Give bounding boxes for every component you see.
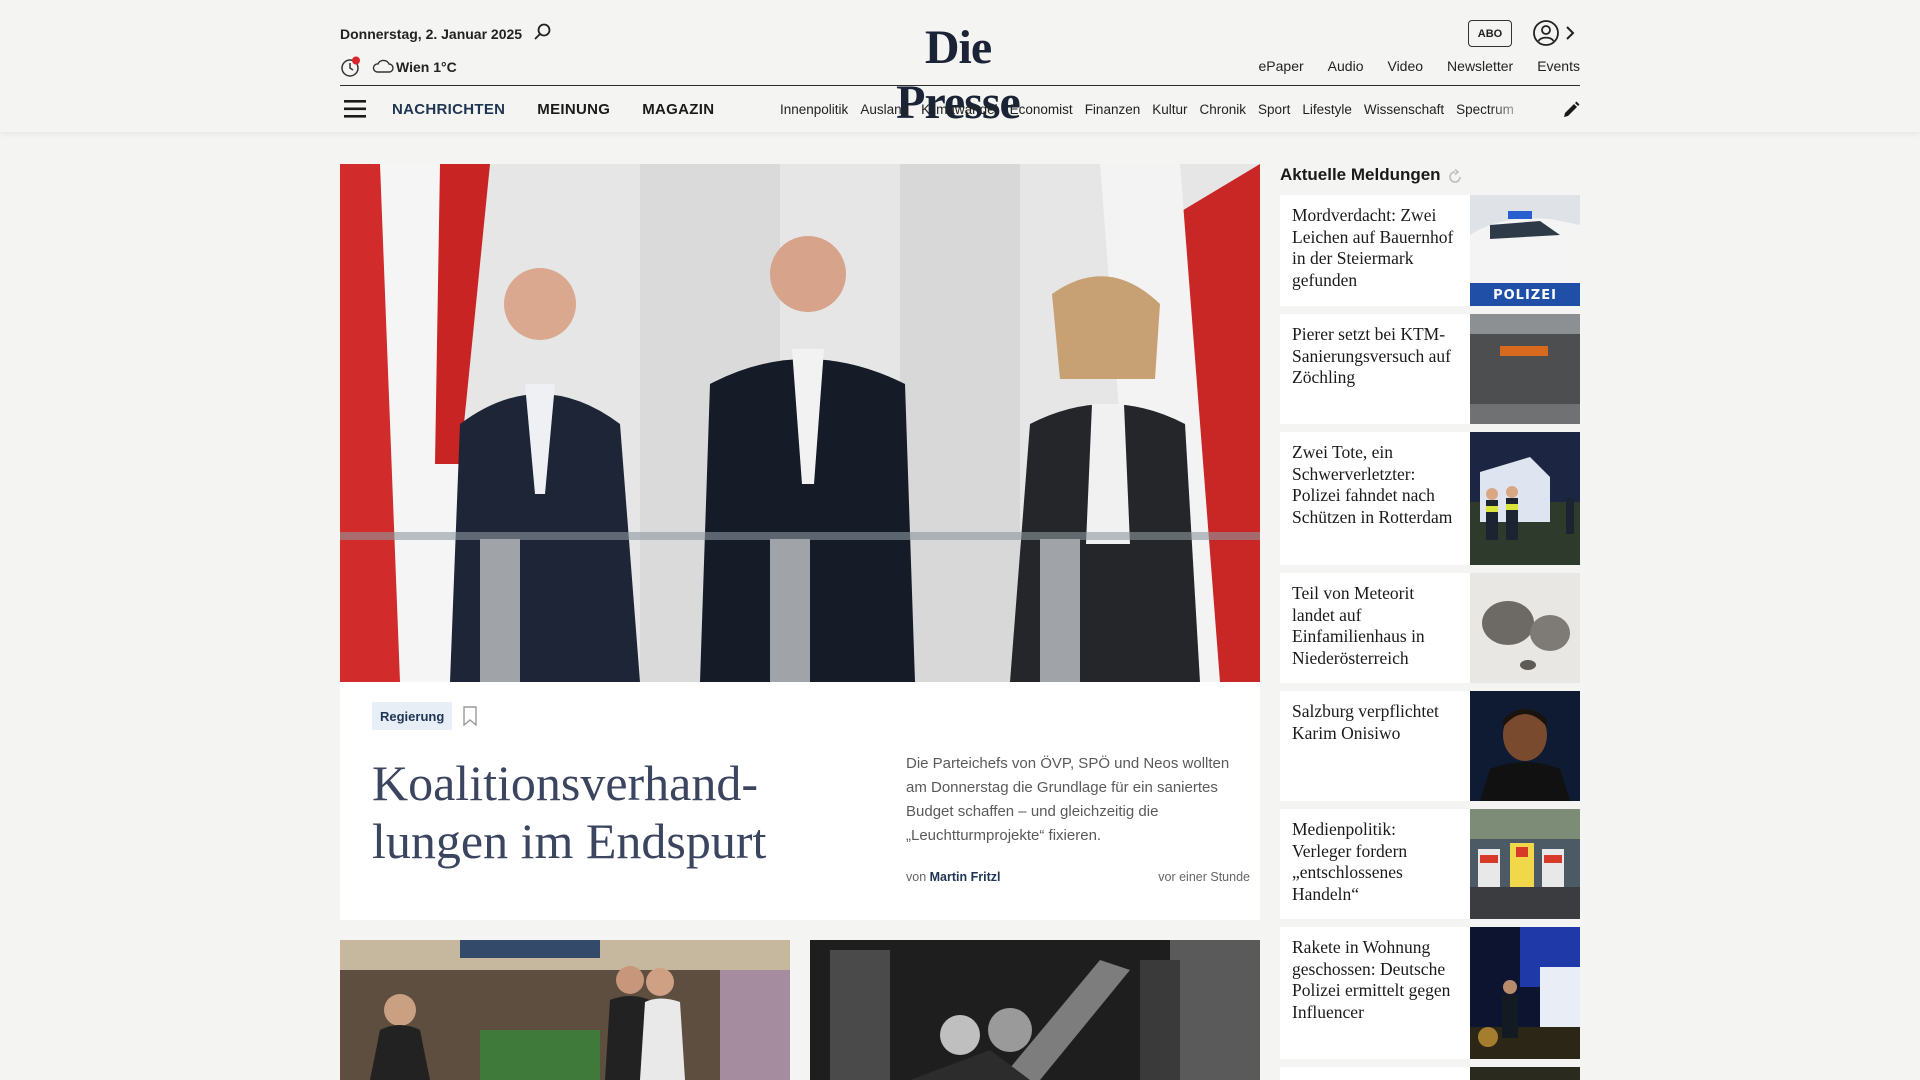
news-headline[interactable]: Mordverdacht: Zwei Leichen auf Bauernhof… xyxy=(1280,195,1470,306)
util-link-audio[interactable]: Audio xyxy=(1328,58,1364,74)
news-headline[interactable]: Pierer setzt bei KTM-Sanierungsversuch a… xyxy=(1280,314,1470,424)
cat-finanzen[interactable]: Finanzen xyxy=(1085,102,1141,117)
news-headline[interactable]: Rakete in Wohnung geschossen: Deutsche P… xyxy=(1280,927,1470,1059)
news-headline[interactable]: Medienpolitik: Verleger fordern „entschl… xyxy=(1280,809,1470,919)
main-nav: NACHRICHTEN MEINUNG MAGAZIN xyxy=(392,101,714,118)
teaser-image-1[interactable] xyxy=(340,940,790,1080)
ktm-building-image xyxy=(1470,314,1580,424)
news-thumbnail[interactable] xyxy=(1470,1067,1580,1080)
news-item[interactable]: Rakete in Wohnung geschossen: Deutsche P… xyxy=(1280,927,1580,1059)
news-headline[interactable] xyxy=(1280,1067,1470,1080)
notification-icon[interactable] xyxy=(340,56,362,78)
cat-chronik[interactable]: Chronik xyxy=(1200,102,1247,117)
pencil-icon[interactable] xyxy=(1562,101,1580,119)
bookmark-icon[interactable] xyxy=(462,706,478,726)
cat-klimawandel[interactable]: Klimawandel xyxy=(921,102,998,117)
hero-teaser: Die Parteichefs von ÖVP, SPÖ und Neos wo… xyxy=(906,755,1230,844)
news-headline[interactable]: Teil von Meteorit landet auf Einfamilien… xyxy=(1280,573,1470,683)
account-icon[interactable] xyxy=(1532,19,1560,47)
police-night-image xyxy=(1470,927,1580,1059)
category-nav-fade xyxy=(1490,96,1530,124)
utility-nav: ePaper Audio Video Newsletter Events xyxy=(1259,58,1580,74)
util-link-newsletter[interactable]: Newsletter xyxy=(1447,58,1513,74)
byline-prefix: von xyxy=(906,870,927,884)
util-link-epaper[interactable]: ePaper xyxy=(1259,58,1304,74)
site-header: Donnerstag, 2. Januar 2025 Wien 1°C Die … xyxy=(0,0,1920,132)
rotterdam-scene-image xyxy=(1470,432,1580,565)
category-nav: Innenpolitik Ausland Klimawandel Economi… xyxy=(780,102,1520,117)
nav-magazin[interactable]: MAGAZIN xyxy=(642,101,714,118)
news-thumbnail[interactable] xyxy=(1470,573,1580,683)
nav-meinung[interactable]: MEINUNG xyxy=(537,101,610,118)
news-thumbnail[interactable] xyxy=(1470,314,1580,424)
cat-lifestyle[interactable]: Lifestyle xyxy=(1302,102,1352,117)
news-item[interactable]: Teil von Meteorit landet auf Einfamilien… xyxy=(1280,573,1580,683)
news-thumbnail[interactable] xyxy=(1470,809,1580,919)
hero-article[interactable]: Regierung Koalitionsverhand-lungen im En… xyxy=(340,164,1260,920)
abo-button[interactable]: ABO xyxy=(1468,20,1512,47)
cat-innenpolitik[interactable]: Innenpolitik xyxy=(780,102,848,117)
cloud-icon xyxy=(372,59,394,73)
refresh-icon[interactable] xyxy=(1447,169,1463,185)
news-item[interactable] xyxy=(1280,1067,1580,1080)
hero-image[interactable] xyxy=(340,164,1260,682)
util-link-video[interactable]: Video xyxy=(1387,58,1423,74)
news-item[interactable]: Zwei Tote, ein Schwerverletzter: Polizei… xyxy=(1280,432,1580,565)
weather-label[interactable]: Wien 1°C xyxy=(396,59,457,75)
chevron-right-icon[interactable] xyxy=(1564,24,1576,42)
hero-meta: von Martin Fritzl vor einer Stunde xyxy=(906,870,1250,884)
author-link[interactable]: Martin Fritzl xyxy=(930,870,1001,884)
current-date: Donnerstag, 2. Januar 2025 xyxy=(340,26,523,42)
cat-ausland[interactable]: Ausland xyxy=(860,102,909,117)
news-thumbnail[interactable] xyxy=(1470,432,1580,565)
newspaper-stands-image xyxy=(1470,809,1580,919)
news-item[interactable]: Pierer setzt bei KTM-Sanierungsversuch a… xyxy=(1280,314,1580,424)
news-thumbnail[interactable] xyxy=(1470,691,1580,801)
news-item[interactable]: Salzburg verpflichtet Karim Onisiwo xyxy=(1280,691,1580,801)
police-car-text: POLIZEI xyxy=(1493,288,1557,303)
byline: von Martin Fritzl xyxy=(906,870,1000,884)
cat-wissenschaft[interactable]: Wissenschaft xyxy=(1364,102,1444,117)
menu-icon[interactable] xyxy=(344,99,368,119)
police-car-image: POLIZEI xyxy=(1470,195,1580,306)
cat-sport[interactable]: Sport xyxy=(1258,102,1290,117)
cat-economist[interactable]: Economist xyxy=(1010,102,1073,117)
cat-kultur[interactable]: Kultur xyxy=(1152,102,1187,117)
news-headline[interactable]: Zwei Tote, ein Schwerverletzter: Polizei… xyxy=(1280,432,1470,565)
news-list: Mordverdacht: Zwei Leichen auf Bauernhof… xyxy=(1280,195,1580,1080)
nav-nachrichten[interactable]: NACHRICHTEN xyxy=(392,101,505,118)
publish-time: vor einer Stunde xyxy=(1158,870,1250,884)
sidebar-title: Aktuelle Meldungen xyxy=(1280,165,1441,184)
search-icon[interactable] xyxy=(533,22,553,42)
teaser-image-2[interactable] xyxy=(810,940,1260,1080)
header-divider xyxy=(340,85,1580,86)
news-headline[interactable]: Salzburg verpflichtet Karim Onisiwo xyxy=(1280,691,1470,801)
category-badge[interactable]: Regierung xyxy=(372,702,453,730)
news-item[interactable]: Mordverdacht: Zwei Leichen auf Bauernhof… xyxy=(1280,195,1580,306)
player-portrait-image xyxy=(1470,691,1580,801)
util-link-events[interactable]: Events xyxy=(1537,58,1580,74)
meteorite-image xyxy=(1470,573,1580,683)
news-item[interactable]: Medienpolitik: Verleger fordern „entschl… xyxy=(1280,809,1580,919)
hero-headline[interactable]: Koalitionsverhand-lungen im Endspurt xyxy=(372,754,832,870)
news-thumbnail[interactable]: POLIZEI xyxy=(1470,195,1580,306)
news-thumbnail[interactable] xyxy=(1470,927,1580,1059)
